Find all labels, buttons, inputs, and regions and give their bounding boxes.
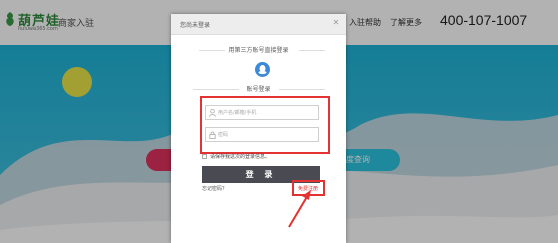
modal-title: 您尚未登录	[180, 22, 211, 29]
qq-login-button[interactable]	[255, 62, 270, 77]
divider-line	[299, 50, 325, 51]
remember-checkbox[interactable]	[202, 154, 207, 159]
login-modal: 您尚未登录 ✕ 用第三方账号直接登录 账号登录 用户名/邮箱/手机 请保存我这次…	[171, 14, 346, 243]
remember-me[interactable]: 请保存我这次的登录信息。	[202, 153, 332, 161]
close-icon[interactable]: ✕	[331, 18, 341, 28]
forgot-password-link[interactable]: 忘记密码？	[202, 185, 227, 192]
third-party-login-divider: 用第三方账号直接登录	[171, 45, 346, 55]
remember-label: 请保存我这次的登录信息。	[210, 154, 271, 160]
modal-header: 您尚未登录 ✕	[171, 14, 346, 35]
page: 葫芦娃 huluwa365.com 商家入驻 入驻帮助 了解更多 400-107…	[0, 0, 558, 243]
highlight-box-credentials	[200, 96, 330, 154]
divider-line	[279, 89, 325, 90]
qq-icon	[258, 65, 267, 75]
annotation-arrow-icon	[288, 190, 311, 228]
account-login-divider: 账号登录	[171, 84, 346, 94]
